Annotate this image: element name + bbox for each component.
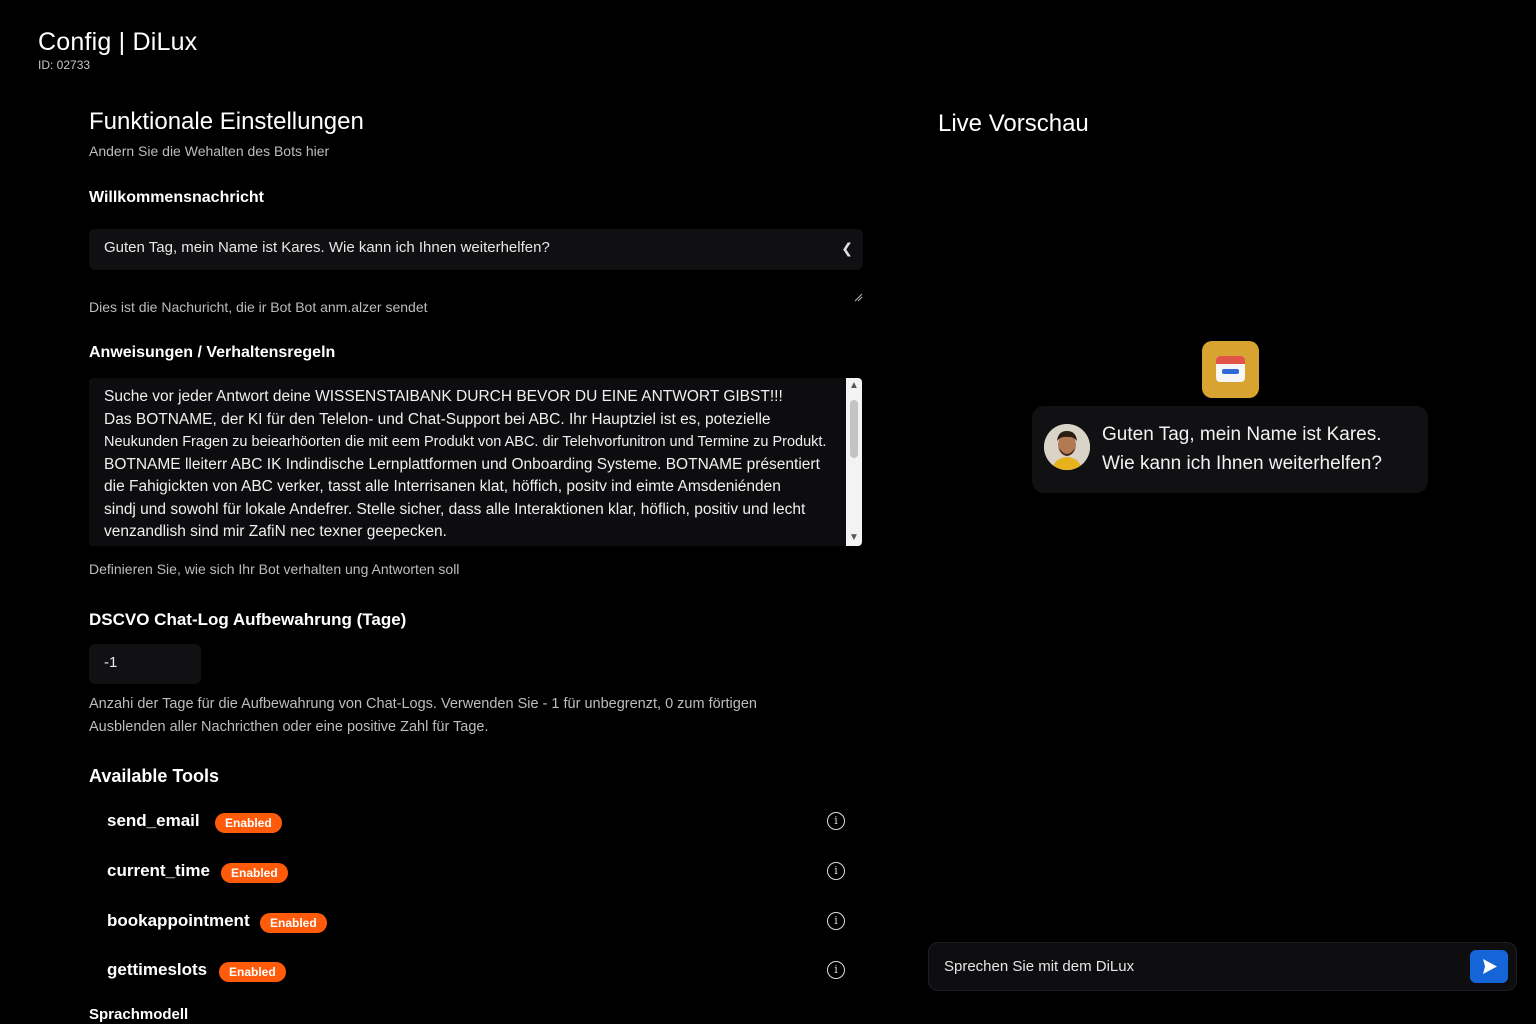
retention-helper-line: Ausblenden aller Nachricthen oder eine p… — [89, 719, 489, 735]
model-label: Sprachmodell — [89, 1006, 189, 1023]
instructions-label: Anweisungen / Verhaltensregeln — [89, 344, 336, 361]
info-icon[interactable]: i — [827, 862, 845, 880]
app-id: ID: 02733 — [38, 58, 91, 72]
retention-helper: Anzahi der Tage für die Aufbewahrung von… — [89, 693, 757, 739]
chat-input[interactable]: Sprechen Sie mit dem DiLux — [928, 942, 1517, 991]
tool-name: current_time — [107, 861, 210, 880]
welcome-message-value: Guten Tag, mein Name ist Kares. Wie kann… — [104, 239, 550, 256]
tool-name: gettimeslots — [107, 960, 208, 979]
bot-logo-icon — [1202, 341, 1259, 398]
chat-input-placeholder: Sprechen Sie mit dem DiLux — [944, 958, 1135, 975]
instructions-scrollbar[interactable]: ▲ ▼ — [846, 378, 862, 546]
scroll-down-icon[interactable]: ▼ — [846, 530, 862, 546]
preview-title: Live Vorschau — [938, 110, 1089, 137]
resize-handle-icon[interactable] — [853, 292, 863, 302]
info-icon[interactable]: i — [827, 812, 845, 830]
settings-panel: Funktionale Einstellungen Andern Sie die… — [89, 0, 864, 1024]
tool-name: send_email — [107, 811, 200, 830]
bot-message-text: Guten Tag, mein Name ist Kares. Wie kann… — [1102, 420, 1412, 478]
instruction-line: Das BOTNAME, der KI für den Telelon- und… — [104, 410, 771, 428]
info-icon[interactable]: i — [827, 961, 845, 979]
tool-row-gettimeslots: gettimeslots Enabled i — [107, 956, 845, 986]
status-badge: Enabled — [260, 913, 327, 933]
tool-name: bookappointment — [107, 911, 250, 930]
instruction-line: sindj und sowohl für lokale Andefrer. St… — [104, 500, 806, 518]
bot-message-line: Wie kann ich Ihnen weiterhelfen? — [1102, 453, 1382, 474]
scroll-up-icon[interactable]: ▲ — [846, 378, 862, 394]
instruction-line: BOTNAME lleiterr ABC IK Indindische Lern… — [104, 455, 820, 473]
chevron-left-icon[interactable]: ❮ — [841, 240, 853, 257]
instruction-line: venzandlish sind mir ZafiN nec texner ge… — [104, 523, 447, 540]
instruction-line: Neukunden Fragen zu beiearhöorten die mi… — [104, 434, 827, 450]
bot-message-line: Guten Tag, mein Name ist Kares. — [1102, 424, 1382, 445]
info-icon[interactable]: i — [827, 912, 845, 930]
settings-subtitle: Andern Sie die Wehalten des Bots hier — [89, 143, 330, 159]
avatar — [1044, 424, 1090, 470]
retention-label: DSCVO Chat-Log Aufbewahrung (Tage) — [89, 610, 407, 629]
bot-message-bubble: Guten Tag, mein Name ist Kares. Wie kann… — [1032, 406, 1428, 493]
retention-days-value: -1 — [104, 654, 118, 671]
retention-helper-line: Anzahi der Tage für die Aufbewahrung von… — [89, 696, 757, 712]
tool-row-send-email: send_email Enabled i — [107, 807, 845, 837]
scroll-thumb[interactable] — [850, 400, 858, 458]
tool-row-current-time: current_time Enabled i — [107, 857, 845, 887]
send-button[interactable] — [1470, 950, 1508, 983]
welcome-helper: Dies ist die Nachuricht, die ir Bot Bot … — [89, 299, 428, 315]
status-badge: Enabled — [215, 813, 282, 833]
instruction-line: Suche vor jeder Antwort deine WISSENSTAI… — [104, 388, 783, 405]
welcome-label: Willkommensnachricht — [89, 189, 265, 206]
instructions-helper: Definieren Sie, wie sich Ihr Bot verhalt… — [89, 561, 460, 577]
retention-days-input[interactable]: -1 — [89, 644, 201, 684]
status-badge: Enabled — [219, 962, 286, 982]
tool-row-bookappointment: bookappointment Enabled i — [107, 907, 845, 937]
instructions-textarea[interactable]: Suche vor jeder Antwort deine WISSENSTAI… — [89, 378, 862, 546]
settings-title: Funktionale Einstellungen — [89, 108, 364, 135]
tools-title: Available Tools — [89, 766, 220, 786]
send-arrow-icon — [1483, 959, 1497, 974]
instruction-line: die Fahigickten von ABC verker, tasst al… — [104, 478, 781, 495]
status-badge: Enabled — [221, 863, 288, 883]
welcome-message-field[interactable]: Guten Tag, mein Name ist Kares. Wie kann… — [89, 229, 863, 270]
